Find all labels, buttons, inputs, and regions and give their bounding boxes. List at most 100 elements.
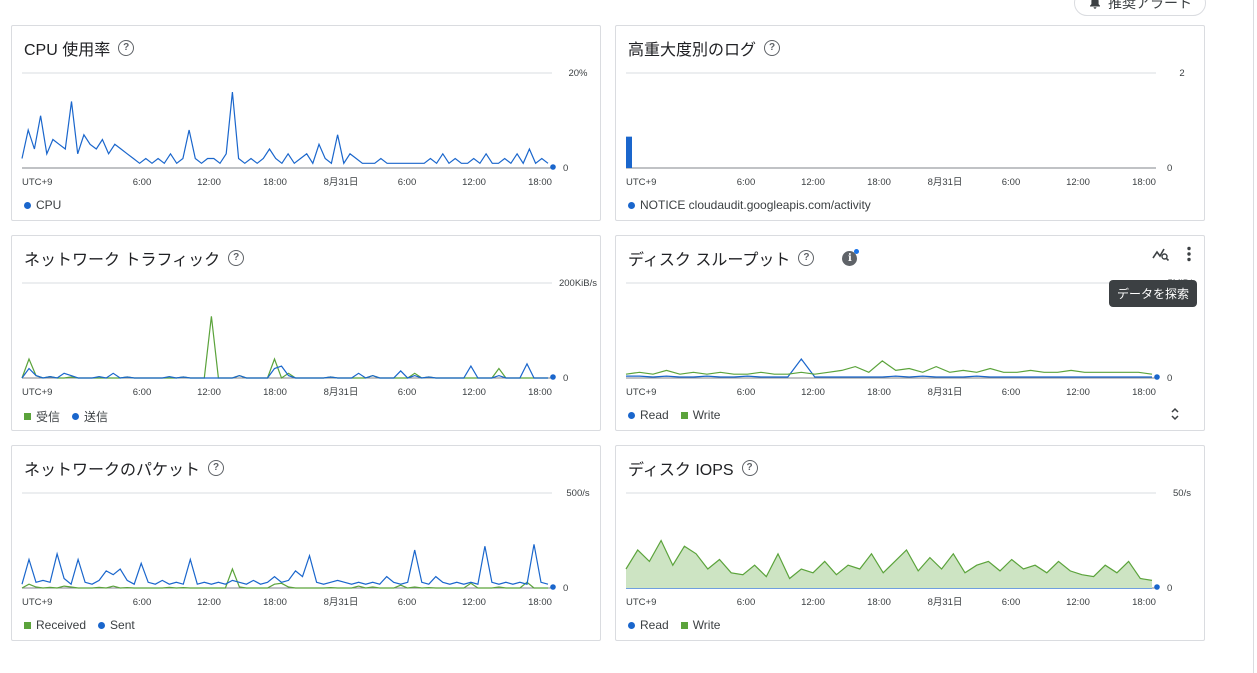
legend: Received Sent: [24, 618, 135, 632]
x-tick-label: UTC+9: [22, 177, 52, 188]
legend-label: CPU: [36, 198, 62, 212]
legend-item[interactable]: NOTICE cloudaudit.googleapis.com/activit…: [628, 198, 871, 212]
x-tick-label: 12:00: [197, 177, 221, 188]
network-packets-chart[interactable]: 500/s 0 UTC+9 6:00 12:00 18:00 8月31日 6:00 12:00 1…: [12, 480, 602, 610]
expand-legend-icon[interactable]: [1170, 406, 1180, 422]
x-tick-label: 6:00: [398, 177, 417, 188]
legend-item[interactable]: Read: [628, 618, 669, 632]
logs-chart[interactable]: 2 0 UTC+9 6:00 12:00 18:00 8月31日 6:00 12:00 18:00: [616, 60, 1206, 190]
x-tick-label: 12:00: [197, 597, 221, 608]
x-tick-label: 18:00: [263, 387, 287, 398]
legend-dot-icon: [628, 411, 635, 419]
x-tick-label: UTC+9: [626, 597, 656, 608]
help-icon[interactable]: ?: [228, 250, 245, 266]
card-title: CPU 使用率: [24, 42, 111, 59]
scrollbar-track[interactable]: [1253, 0, 1254, 673]
legend-label: Write: [692, 408, 721, 422]
x-tick-label: 6:00: [1002, 597, 1021, 608]
legend-item[interactable]: Write: [680, 408, 721, 422]
disk-iops-chart[interactable]: 50/s 0 UTC+9 6:00 12:00 18:00 8月31日 6:00 12:00 18…: [616, 480, 1206, 610]
legend-item[interactable]: Write: [680, 618, 720, 632]
legend-item[interactable]: Sent: [98, 618, 135, 632]
legend-item[interactable]: Read: [628, 408, 669, 422]
x-tick-label: 18:00: [867, 177, 891, 188]
y-max-label: 500/s: [566, 488, 589, 499]
explore-data-tooltip: データを探索: [1109, 280, 1198, 307]
legend-item[interactable]: 受信: [24, 408, 60, 425]
y-min-label: 0: [563, 163, 568, 174]
card-title: ディスク スループット: [628, 252, 791, 269]
x-tick-label: 12:00: [801, 177, 825, 188]
legend-label: Read: [640, 618, 669, 632]
legend-label: Sent: [110, 618, 135, 632]
log-bar: [626, 136, 632, 168]
y-min-label: 0: [563, 583, 568, 594]
legend: Read Write: [628, 618, 720, 632]
info-icon[interactable]: i: [842, 248, 860, 266]
x-tick-label: 12:00: [801, 597, 825, 608]
help-icon[interactable]: ?: [764, 40, 781, 56]
x-tick-label: 18:00: [528, 387, 552, 398]
x-tick-label: 12:00: [1066, 177, 1090, 188]
series-end-dot: [550, 374, 556, 380]
legend-item[interactable]: CPU: [24, 198, 61, 212]
x-tick-label: 18:00: [1132, 387, 1156, 398]
recommend-alerts-button[interactable]: 推奨アラート: [1074, 0, 1206, 16]
logs-by-severity-card: 高重大度別のログ? 2 0 UTC+9 6:00 12:00 18:00 8月31日 6:00…: [615, 25, 1205, 221]
y-min-label: 0: [1167, 373, 1172, 384]
x-tick-label: 18:00: [263, 597, 287, 608]
legend-dot-icon: [24, 201, 31, 209]
series-end-dot: [1154, 584, 1160, 590]
x-tick-label: 6:00: [398, 597, 417, 608]
x-tick-label: 18:00: [1132, 177, 1156, 188]
explore-data-icon[interactable]: [1152, 247, 1170, 261]
x-tick-label: 18:00: [528, 597, 552, 608]
recommend-alerts-label: 推奨アラート: [1108, 0, 1192, 11]
help-icon[interactable]: ?: [118, 40, 135, 56]
x-tick-label: 12:00: [801, 387, 825, 398]
x-tick-label: 12:00: [462, 597, 486, 608]
x-tick-label: UTC+9: [626, 387, 656, 398]
card-title: ネットワーク トラフィック: [24, 252, 221, 269]
network-traffic-card: ネットワーク トラフィック? 200KiB/s 0 UTC+9 6:00 12:00 18…: [11, 235, 601, 431]
series-end-dot: [1154, 374, 1160, 380]
legend-item[interactable]: Received: [24, 618, 86, 632]
x-tick-label: 6:00: [1002, 177, 1021, 188]
legend-dot-icon: [628, 201, 635, 209]
x-tick-label: UTC+9: [22, 597, 52, 608]
legend: Read Write: [628, 408, 720, 422]
x-tick-label: 8月31日: [928, 597, 963, 608]
cpu-usage-card: CPU 使用率? 20% 0 UTC+9 6:00 12:00 18:00 8月31日 6:0…: [11, 25, 601, 221]
legend-dot-icon: [628, 621, 635, 629]
help-icon[interactable]: ?: [798, 250, 815, 266]
x-tick-label: 6:00: [737, 387, 756, 398]
series-end-dot: [550, 164, 556, 170]
series-line: [21, 544, 549, 586]
legend-label: Received: [36, 618, 87, 632]
network-traffic-chart[interactable]: 200KiB/s 0 UTC+9 6:00 12:00 18:00 8月31日 6:00 12:…: [12, 270, 602, 400]
y-max-label: 2: [1179, 68, 1184, 79]
x-tick-label: 12:00: [197, 387, 221, 398]
legend-label: 受信: [36, 410, 61, 424]
series-end-dot: [550, 584, 556, 590]
legend: NOTICE cloudaudit.googleapis.com/activit…: [628, 198, 871, 212]
x-tick-label: 6:00: [737, 177, 756, 188]
legend-square-icon: [680, 411, 688, 419]
legend: 受信 送信: [24, 408, 108, 425]
y-max-label: 20%: [568, 68, 588, 79]
legend-item[interactable]: 送信: [72, 408, 108, 425]
x-tick-label: 18:00: [263, 177, 287, 188]
legend: CPU: [24, 198, 61, 212]
card-title: ディスク IOPS: [628, 462, 734, 479]
help-icon[interactable]: ?: [208, 460, 225, 476]
y-max-label: 200KiB/s: [559, 278, 597, 289]
help-icon[interactable]: ?: [741, 460, 758, 476]
cpu-chart[interactable]: 20% 0 UTC+9 6:00 12:00 18:00 8月31日 6:00 12:00 18:…: [12, 60, 602, 190]
y-max-label: 50/s: [1173, 488, 1191, 499]
legend-square-icon: [24, 621, 31, 629]
more-vert-icon[interactable]: [1186, 246, 1192, 262]
x-tick-label: 8月31日: [324, 597, 359, 608]
x-tick-label: 6:00: [133, 597, 152, 608]
x-tick-label: UTC+9: [626, 177, 656, 188]
x-tick-label: 6:00: [398, 387, 417, 398]
